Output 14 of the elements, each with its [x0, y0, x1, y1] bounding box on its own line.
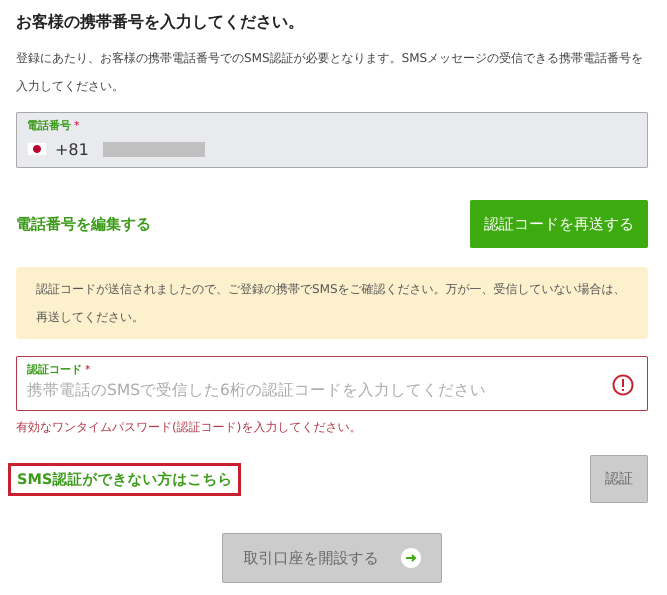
resend-code-button[interactable]: 認証コードを再送する	[470, 200, 648, 248]
code-input[interactable]: 携帯電話のSMSで受信した6桁の認証コードを入力してください	[27, 381, 601, 399]
notice-message: 認証コードが送信されましたので、ご登録の携帯でSMSをご確認ください。万が一、受信していない場合は、再送してください。	[16, 267, 648, 339]
edit-phone-link[interactable]: 電話番号を編集する	[16, 214, 151, 234]
error-message: 有効なワンタイムパスワード(認証コード)を入力してください。	[16, 419, 362, 435]
error-icon	[612, 374, 634, 396]
page-heading: お客様の携帯番号を入力してください。	[16, 11, 305, 33]
field-label: 認証コード *	[27, 363, 92, 377]
field-label: 電話番号 *	[27, 119, 80, 133]
flag-icon	[27, 142, 47, 156]
code-field[interactable]: 認証コード * 携帯電話のSMSで受信した6桁の認証コードを入力してください	[16, 356, 648, 411]
description-text: 登録にあたり、お客様の携帯電話番号でのSMS認証が必要となります。SMSメッセージの受信できる携帯電話番号を入力してください。	[16, 50, 644, 95]
sms-help-link[interactable]: SMS認証ができない方はこちら	[8, 462, 242, 496]
country-code: +81	[55, 140, 89, 158]
